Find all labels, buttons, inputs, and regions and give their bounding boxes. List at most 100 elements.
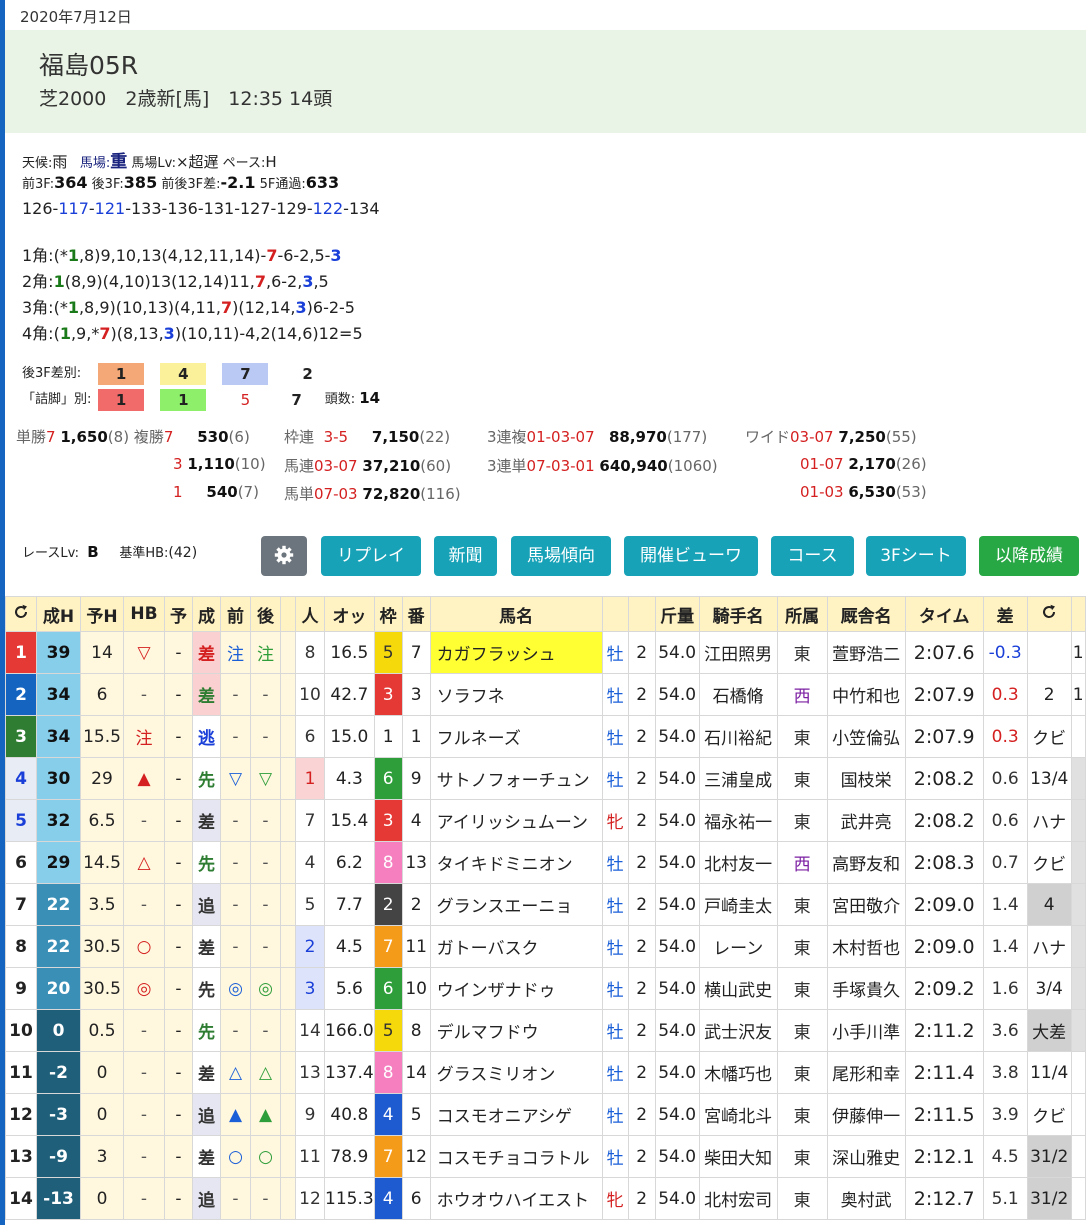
race-detail: 芝2000 2歳新[馬] 12:35 14頭 bbox=[39, 88, 333, 110]
replay-button[interactable]: リプレイ bbox=[321, 536, 421, 576]
spacer-cell bbox=[280, 967, 296, 1010]
horse-name[interactable]: サトノフォーチュン bbox=[429, 757, 603, 800]
table-row[interactable]: 3 34 15.5 注 - 逃 - -6 15.0 1 1 フルネーズ牡 2 54.0 石川裕紀東小笠倫弘 2… bbox=[5, 715, 1086, 758]
extra-cell bbox=[1070, 1093, 1086, 1136]
table-row[interactable]: 2 34 6- - 差 - -10 42.7 3 3 ソラフネ牡 2 54.0 石橋脩西中竹和也 2:07.… bbox=[5, 673, 1086, 716]
refresh-icon[interactable] bbox=[5, 596, 37, 632]
time-cell: 2:09.0 bbox=[904, 925, 984, 968]
col-margin-refresh-icon[interactable] bbox=[1026, 596, 1072, 632]
table-row[interactable]: 5 32 6.5- - 差 - -7 15.4 3 4 アイリッシュムーン牝 2 54.0 福永祐一東武井… bbox=[5, 799, 1086, 842]
payout-fukusho-2: 3 1,110(10) bbox=[173, 455, 266, 473]
rank-cell: 2 bbox=[5, 673, 37, 716]
table-row[interactable]: 6 29 14.5 △ - 先 - -4 6.2 8 13 タイキドミニオン牡 2 54.0 北村友一西高野… bbox=[5, 841, 1086, 884]
horse-name[interactable]: フルネーズ bbox=[429, 715, 603, 758]
jockey-cell: 北村宏司 bbox=[698, 1177, 778, 1220]
sex-cell: 牡 bbox=[601, 757, 629, 800]
col-yoH[interactable]: 予H bbox=[80, 596, 124, 632]
track-trend-button[interactable]: 馬場傾向 bbox=[511, 536, 611, 576]
odds-cell: 115.3 bbox=[324, 1177, 375, 1220]
pop-cell: 3 bbox=[295, 967, 325, 1010]
meeting-viewer-button[interactable]: 開催ビューワ bbox=[624, 536, 758, 576]
table-row[interactable]: 9 20 30.5 ◎ - 先 ◎ ◎ 3 5.6 6 10 ウインザナドゥ牡 2 54.0 横山武史東手塚貴… bbox=[5, 967, 1086, 1010]
waku-cell: 8 bbox=[373, 841, 403, 884]
rank-cell: 4 bbox=[5, 757, 37, 800]
time-cell: 2:12.1 bbox=[904, 1135, 984, 1178]
table-row[interactable]: 11 -2 0- - 差 △ △ 13 137.4 8 14 グラスミリオン牡 2 54.0 木幡巧也東尾形… bbox=[5, 1051, 1086, 1094]
horse-name[interactable]: タイキドミニオン bbox=[429, 841, 603, 884]
table-row[interactable]: 7 22 3.5- - 追 - -5 7.7 2 2 グランスエーニョ牡 2 54.0 戸崎圭太東宮田敬介… bbox=[5, 883, 1086, 926]
table-row[interactable]: 10 0 0.5- - 先 - -14 166.0 5 8 デルマフドウ牡 2 54.0 武士沢友東小手川… bbox=[5, 1009, 1086, 1052]
table-row[interactable]: 1 39 14 ▽ - 差注注 8 16.5 5 7 カガフラッシュ牡 2 54.0 江田照男東萱野浩二 2… bbox=[5, 631, 1086, 674]
margin-cell: ハナ bbox=[1026, 799, 1072, 842]
pop-cell: 12 bbox=[295, 1177, 325, 1220]
diff-cell: 0.6 bbox=[982, 799, 1028, 842]
lap-times: 126-117-121-133-136-131-127-129-122-134 bbox=[22, 199, 380, 218]
rank-cell: 1 bbox=[5, 631, 37, 674]
col-aff[interactable]: 所属 bbox=[776, 596, 828, 632]
later-results-button[interactable]: 以降成績 bbox=[979, 536, 1079, 576]
kin-cell: 54.0 bbox=[654, 1051, 700, 1094]
3f-sheet-button[interactable]: 3Fシート bbox=[866, 536, 966, 576]
ato-cell: - bbox=[250, 715, 281, 758]
col-ato[interactable]: 後 bbox=[250, 596, 281, 632]
jockey-cell: 宮崎北斗 bbox=[698, 1093, 778, 1136]
col-mae[interactable]: 前 bbox=[220, 596, 251, 632]
settings-button[interactable] bbox=[261, 536, 307, 576]
horse-name[interactable]: アイリッシュムーン bbox=[429, 799, 603, 842]
col-time[interactable]: タイム bbox=[904, 596, 984, 632]
table-row[interactable]: 12 -3 0- - 追 ▲ ▲ 9 40.8 4 5 コスモオニアシゲ牡 2 54.0 宮崎北斗東伊藤伸一… bbox=[5, 1093, 1086, 1136]
payout-fukusho-3: 1 540(7) bbox=[173, 483, 259, 501]
table-row[interactable]: 13 -9 3- - 差 ○ ○ 11 78.9 7 12 コスモチョコラトル牡 2 54.0 柴田大知東深… bbox=[5, 1135, 1086, 1178]
yo-cell: - bbox=[164, 715, 193, 758]
ato-cell: - bbox=[250, 883, 281, 926]
yo-cell: - bbox=[164, 925, 193, 968]
yo-cell: - bbox=[164, 757, 193, 800]
newspaper-button[interactable]: 新聞 bbox=[434, 536, 497, 576]
trainer-cell: 木村哲也 bbox=[826, 925, 906, 968]
col-trainer[interactable]: 厩舎名 bbox=[826, 596, 906, 632]
sei-cell: 先 bbox=[192, 1009, 221, 1052]
waku-cell: 4 bbox=[373, 1093, 403, 1136]
spacer-cell bbox=[280, 1009, 296, 1052]
table-row[interactable]: 4 30 29 ▲ - 先 ▽ ▽ 1 4.3 6 9 サトノフォーチュン牡 2 54.0 三浦皇成東国枝栄 2… bbox=[5, 757, 1086, 800]
race-level: レースLv: B 基準HB:(42) bbox=[22, 543, 198, 561]
horse-name[interactable]: コスモオニアシゲ bbox=[429, 1093, 603, 1136]
horse-name[interactable]: ホウオウハイエスト bbox=[429, 1177, 603, 1220]
time-cell: 2:09.0 bbox=[904, 883, 984, 926]
horse-name[interactable]: ウインザナドゥ bbox=[429, 967, 603, 1010]
track-value: 重 bbox=[110, 152, 128, 172]
spacer-cell bbox=[280, 925, 296, 968]
odds-cell: 4.5 bbox=[324, 925, 375, 968]
mae-cell: ▲ bbox=[220, 1093, 251, 1136]
horse-name[interactable]: コスモチョコラトル bbox=[429, 1135, 603, 1178]
payout-wide-2: 01-07 2,170(26) bbox=[800, 455, 927, 473]
col-seiH[interactable]: 成H bbox=[36, 596, 81, 632]
col-pop[interactable]: 人 bbox=[295, 596, 325, 632]
horse-name[interactable]: カガフラッシュ bbox=[429, 631, 603, 674]
sei-cell: 逃 bbox=[192, 715, 221, 758]
yo-cell: - bbox=[164, 883, 193, 926]
spacer-cell bbox=[280, 1051, 296, 1094]
horse-name[interactable]: グランスエーニョ bbox=[429, 883, 603, 926]
col-odds[interactable]: オッ bbox=[324, 596, 375, 632]
horse-name[interactable]: ガトーバスク bbox=[429, 925, 603, 968]
horse-name[interactable]: デルマフドウ bbox=[429, 1009, 603, 1052]
horse-name[interactable]: ソラフネ bbox=[429, 673, 603, 716]
col-diff[interactable]: 差 bbox=[982, 596, 1028, 632]
diff-cell: 0.6 bbox=[982, 757, 1028, 800]
col-hb[interactable]: HB bbox=[123, 596, 165, 632]
course-button[interactable]: コース bbox=[771, 536, 854, 576]
trainer-cell: 伊藤伸一 bbox=[826, 1093, 906, 1136]
time-cell: 2:07.9 bbox=[904, 715, 984, 758]
table-row[interactable]: 8 22 30.5 ○ - 差 - -2 4.5 7 11 ガトーバスク牡 2 54.0 レーン東木村哲也 2… bbox=[5, 925, 1086, 968]
col-name[interactable]: 馬名 bbox=[429, 596, 603, 632]
col-waku[interactable]: 枠 bbox=[373, 596, 403, 632]
table-row[interactable]: 14 -13 0- - 追 - -12 115.3 4 6 ホウオウハイエスト牝 2 54.0 北村宏司東… bbox=[5, 1177, 1086, 1220]
col-sei[interactable]: 成 bbox=[192, 596, 221, 632]
col-yo[interactable]: 予 bbox=[164, 596, 193, 632]
kin-cell: 54.0 bbox=[654, 841, 700, 884]
col-ban[interactable]: 番 bbox=[401, 596, 431, 632]
col-kin[interactable]: 斤量 bbox=[654, 596, 700, 632]
col-jockey[interactable]: 騎手名 bbox=[698, 596, 778, 632]
horse-name[interactable]: グラスミリオン bbox=[429, 1051, 603, 1094]
